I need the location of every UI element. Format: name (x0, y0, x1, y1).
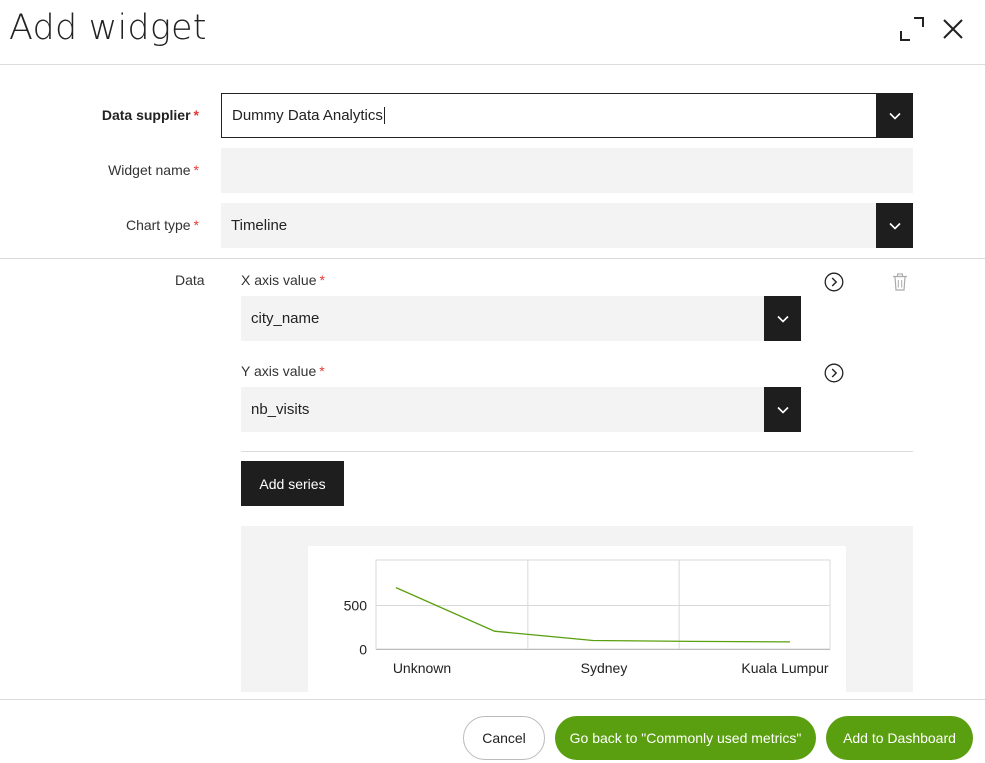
data-section-label: Data (175, 272, 205, 288)
required-marker: * (193, 107, 199, 123)
chart-type-label-text: Chart type (125, 217, 191, 233)
y-tick-label: 0 (359, 642, 367, 658)
x-tick-label: Sydney (581, 660, 628, 676)
x-axis-label-text: X axis value (241, 272, 317, 288)
dialog-header: Add widget (0, 0, 985, 65)
required-marker: * (193, 217, 199, 233)
section-divider (0, 258, 985, 259)
chart-type-value: Timeline (231, 217, 288, 234)
timeline-chart: 0 500 Unknown Sydney Kuala Lumpur (344, 559, 831, 676)
widget-name-label: Widget name * (0, 162, 199, 178)
y-axis-dropdown-button[interactable] (764, 387, 801, 432)
y-axis-label: Y axis value * (241, 363, 325, 379)
close-icon (943, 19, 963, 39)
chevron-down-icon (888, 222, 901, 230)
y-axis-next-button[interactable] (823, 362, 845, 384)
x-axis-dropdown-button[interactable] (764, 296, 801, 341)
chevron-down-icon (888, 112, 901, 120)
x-axis-next-button[interactable] (823, 271, 845, 293)
data-supplier-label-text: Data supplier (101, 107, 191, 123)
chevron-right-circle-icon (824, 363, 844, 383)
x-axis-select[interactable]: city_name (241, 296, 801, 341)
dialog-title: Add widget (9, 8, 207, 48)
data-supplier-label: Data supplier * (0, 107, 199, 123)
required-marker: * (319, 363, 325, 379)
delete-series-button[interactable] (889, 271, 911, 293)
dialog-footer: Cancel Go back to "Commonly used metrics… (0, 699, 985, 763)
expand-icon (900, 17, 924, 41)
add-series-button[interactable]: Add series (241, 461, 344, 506)
data-supplier-input[interactable]: Dummy Data Analytics (221, 93, 913, 138)
y-axis-label-text: Y axis value (241, 363, 317, 379)
y-tick-label: 500 (344, 598, 368, 614)
chart-type-dropdown-button[interactable] (876, 203, 913, 248)
text-caret (383, 107, 385, 124)
x-tick-label: Unknown (393, 660, 451, 676)
chevron-down-icon (776, 315, 789, 323)
series-line (395, 587, 791, 643)
cancel-button[interactable]: Cancel (463, 716, 545, 760)
required-marker: * (193, 162, 199, 178)
chart-type-label: Chart type * (0, 217, 199, 233)
chevron-down-icon (776, 406, 789, 414)
x-axis-value: city_name (251, 310, 320, 327)
x-tick-label: Kuala Lumpur (741, 660, 829, 676)
y-axis-select[interactable]: nb_visits (241, 387, 801, 432)
data-supplier-dropdown-button[interactable] (876, 93, 913, 138)
widget-name-input[interactable] (221, 148, 913, 193)
add-to-dashboard-button[interactable]: Add to Dashboard (826, 716, 973, 760)
expand-button[interactable] (895, 12, 929, 46)
data-supplier-value: Dummy Data Analytics (232, 107, 383, 124)
widget-name-label-text: Widget name (108, 162, 191, 178)
chevron-right-circle-icon (824, 272, 844, 292)
go-back-button[interactable]: Go back to "Commonly used metrics" (555, 716, 816, 760)
series-divider (241, 451, 913, 452)
chart-type-select[interactable]: Timeline (221, 203, 913, 248)
y-axis-value: nb_visits (251, 401, 310, 418)
close-button[interactable] (936, 12, 970, 46)
x-axis-label: X axis value * (241, 272, 325, 288)
chart-preview-card: 0 500 Unknown Sydney Kuala Lumpur (308, 546, 846, 696)
trash-icon (893, 273, 907, 291)
required-marker: * (319, 272, 325, 288)
plot-area-frame (375, 559, 831, 650)
